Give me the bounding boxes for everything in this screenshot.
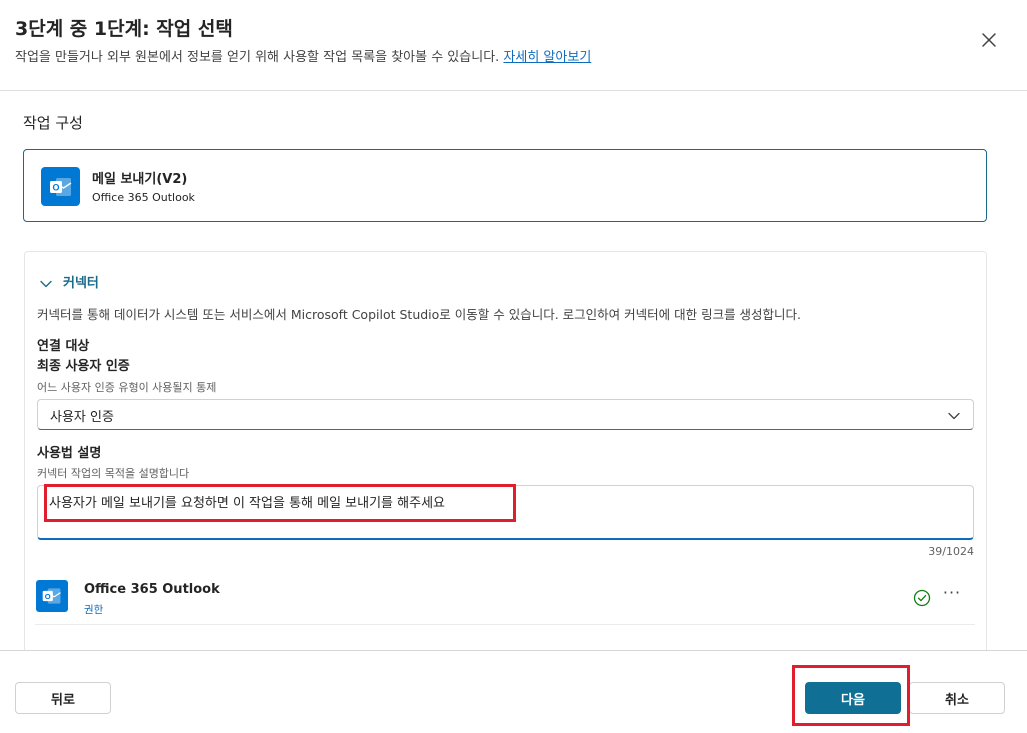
usage-description-text: 사용자가 메일 보내기를 요청하면 이 작업을 통해 메일 보내기를 해주세요 [49, 496, 445, 511]
section-title: 작업 구성 [23, 114, 83, 132]
connector-panel: 커넥터 커넥터를 통해 데이터가 시스템 또는 서비스에서 Microsoft … [24, 251, 987, 650]
usage-title: 사용법 설명 [37, 446, 102, 461]
outlook-icon: O [41, 167, 80, 206]
usage-hint: 커넥터 작업의 목적을 설명합니다 [37, 467, 190, 480]
auth-type-value: 사용자 인증 [50, 410, 114, 425]
outlook-icon: O [36, 580, 68, 612]
svg-text:O: O [45, 592, 51, 601]
action-connector-name: Office 365 Outlook [92, 191, 195, 204]
permission-link[interactable]: 권한 [84, 602, 103, 617]
dialog-subtitle: 작업을 만들거나 외부 원본에서 정보를 얻기 위해 사용할 작업 목록을 찾아… [15, 46, 591, 65]
action-name: 메일 보내기(V2) [92, 172, 188, 187]
connection-name: Office 365 Outlook [84, 582, 220, 597]
dialog-content: 작업 구성 O 메일 보내기(V2) Office 365 Outlook 커넥… [0, 92, 1027, 650]
close-button[interactable] [977, 28, 1001, 52]
dialog-header: 3단계 중 1단계: 작업 선택 작업을 만들거나 외부 원본에서 정보를 얻기… [0, 0, 1027, 91]
back-button[interactable]: 뒤로 [15, 682, 111, 714]
usage-description-input[interactable]: 사용자가 메일 보내기를 요청하면 이 작업을 통해 메일 보내기를 해주세요 [37, 485, 974, 540]
chevron-down-icon[interactable] [39, 277, 53, 291]
connection-row: O Office 365 Outlook 권한 ··· [35, 570, 975, 625]
subtitle-text: 작업을 만들거나 외부 원본에서 정보를 얻기 위해 사용할 작업 목록을 찾아… [15, 50, 500, 65]
dialog-footer: 뒤로 다음 취소 [0, 650, 1027, 733]
dialog-title: 3단계 중 1단계: 작업 선택 [15, 18, 233, 40]
next-button[interactable]: 다음 [805, 682, 901, 714]
learn-more-link[interactable]: 자세히 알아보기 [503, 50, 591, 65]
auth-hint: 어느 사용자 인증 유형이 사용될지 통제 [37, 381, 217, 394]
close-icon [982, 33, 996, 47]
more-options-button[interactable]: ··· [940, 583, 964, 607]
connector-section-toggle[interactable]: 커넥터 [63, 272, 99, 291]
dropdown-chevron-icon [948, 412, 960, 420]
svg-text:O: O [52, 182, 59, 192]
selected-action-card[interactable]: O 메일 보내기(V2) Office 365 Outlook [23, 149, 987, 222]
cancel-button[interactable]: 취소 [909, 682, 1005, 714]
auth-title: 최종 사용자 인증 [37, 359, 130, 374]
char-count: 39/1024 [928, 545, 974, 558]
connection-target-label: 연결 대상 [37, 339, 90, 354]
auth-type-dropdown[interactable]: 사용자 인증 [37, 399, 974, 430]
connector-description: 커넥터를 통해 데이터가 시스템 또는 서비스에서 Microsoft Copi… [37, 307, 802, 322]
check-circle-icon [913, 589, 931, 607]
